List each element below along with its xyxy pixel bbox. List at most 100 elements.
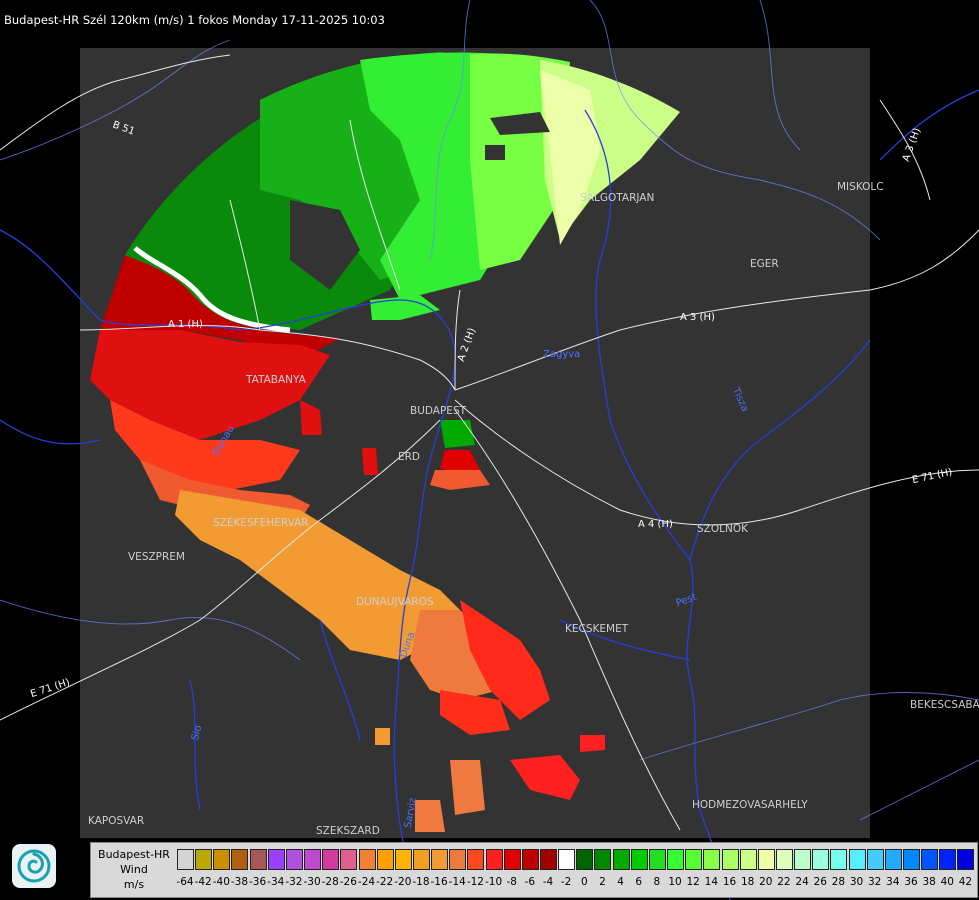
echo-red-small2 (362, 448, 378, 475)
legend-unit: m/s (123, 878, 145, 891)
city-label-szekszard: SZEKSZARD (316, 825, 380, 837)
legend-swatch (830, 849, 848, 870)
legend-label: 16 (722, 876, 737, 888)
river-label-zagyva: Zagyva (543, 349, 581, 360)
legend-swatch (648, 849, 666, 870)
legend-label: -10 (484, 876, 503, 888)
legend-swatch (848, 849, 866, 870)
legend-swatch (231, 849, 249, 870)
legend-swatch (485, 849, 503, 870)
legend-label: 6 (635, 876, 643, 888)
city-label-miskolc: MISKOLC (837, 181, 884, 193)
legend-swatch (503, 849, 521, 870)
legend-swatch (449, 849, 467, 870)
legend-swatch (757, 849, 775, 870)
legend-swatch (340, 849, 358, 870)
legend-label: -4 (542, 876, 554, 888)
legend-swatch (612, 849, 630, 870)
echo-gap3 (485, 145, 505, 160)
legend-label: 34 (886, 876, 900, 888)
legend-swatch (957, 849, 975, 870)
city-label-dunaujvaros: DUNAUJVAROS (356, 596, 434, 608)
city-label-szolnok: SZOLNOK (697, 523, 748, 535)
legend-label: 4 (617, 876, 624, 888)
color-legend: Budapest-HR Wind m/s -64 -42 -40 -38 -36 -34-… (90, 842, 978, 898)
legend-label: -6 (524, 876, 536, 888)
legend-label: -64 (176, 876, 194, 888)
city-label-veszprem: VESZPREM (128, 551, 185, 563)
echo-orange-south2 (415, 800, 445, 832)
echo-near-green (440, 420, 475, 448)
map-title: Budapest-HR Szél 120km (m/s) 1 fokos Mon… (4, 13, 385, 27)
legend-swatch (866, 849, 884, 870)
omsz-logo (12, 844, 56, 888)
legend-swatch (394, 849, 412, 870)
legend-label: -36 (249, 876, 267, 888)
city-label-eger: EGER (750, 258, 779, 270)
legend-label: -28 (321, 876, 339, 888)
road-label-a1: A 1 (H) (168, 319, 203, 330)
legend-label: 42 (958, 876, 973, 888)
legend-swatch (775, 849, 793, 870)
legend-label: -38 (230, 876, 249, 888)
legend-label: -20 (394, 876, 412, 888)
legend-title-line1: Budapest-HR (98, 848, 170, 861)
legend-label: -16 (430, 876, 448, 888)
legend-label: 36 (904, 876, 918, 888)
echo-orange-south (450, 760, 485, 815)
legend-swatch (703, 849, 721, 870)
legend-label: 26 (813, 876, 827, 888)
legend-swatch (431, 849, 449, 870)
city-label-szekesfehervar: SZEKESFEHERVAR (213, 517, 309, 529)
legend-label: -32 (285, 876, 303, 888)
city-label-budapest: BUDAPEST (410, 405, 467, 417)
legend-swatch (358, 849, 376, 870)
legend-label: 22 (777, 876, 791, 888)
legend-label: 2 (599, 876, 606, 888)
legend-label: 12 (686, 876, 700, 888)
legend-swatch (667, 849, 685, 870)
city-label-bekescsaba: BEKESCSABA (910, 699, 979, 711)
legend-label: -30 (303, 876, 321, 888)
legend-label: -8 (506, 876, 517, 888)
city-label-erd: ERD (398, 451, 421, 463)
legend-label: 14 (704, 876, 719, 888)
legend-swatch (576, 849, 594, 870)
legend-swatch (594, 849, 612, 870)
legend-swatch (812, 849, 830, 870)
legend-label: -2 (560, 876, 572, 888)
swirl-icon (17, 849, 51, 883)
legend-swatch (721, 849, 739, 870)
radar-map (0, 0, 979, 900)
legend-label: 8 (653, 876, 661, 888)
legend-title-line2: Wind (120, 863, 148, 876)
echo-orange-small (375, 728, 390, 745)
legend-swatch (939, 849, 957, 870)
legend-swatch (467, 849, 485, 870)
city-label-salgotarjan: SALGOTARJAN (580, 192, 655, 204)
legend-swatch (685, 849, 703, 870)
legend-label: 28 (831, 876, 846, 888)
legend-label: -40 (212, 876, 230, 888)
legend-swatch (195, 849, 213, 870)
legend-swatch (540, 849, 557, 870)
legend-label: 24 (795, 876, 809, 888)
legend-swatch (630, 849, 648, 870)
legend-label: 40 (940, 876, 954, 888)
legend-label: -14 (448, 876, 466, 888)
legend-swatch (412, 849, 430, 870)
city-label-kaposvar: KAPOSVAR (88, 815, 145, 827)
legend-label: -42 (194, 876, 212, 888)
legend-label: 30 (849, 876, 864, 888)
legend-label: -12 (466, 876, 484, 888)
legend-swatch (739, 849, 757, 870)
city-label-hodmezovasarhely: HODMEZOVASARHELY (692, 799, 808, 811)
road-label-a4: A 4 (H) (638, 519, 673, 530)
echo-red-south3 (580, 735, 605, 752)
legend-swatch (903, 849, 920, 870)
legend-label: 18 (740, 876, 755, 888)
legend-swatch (267, 849, 285, 870)
city-label-tatabanya: TATABANYA (246, 374, 306, 386)
legend-swatch (177, 849, 194, 870)
legend-swatch (521, 849, 539, 870)
